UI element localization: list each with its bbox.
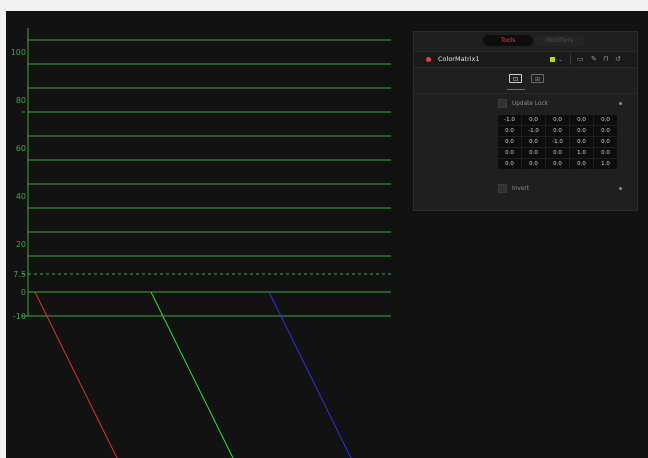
matrix-cell[interactable]: 0.0 <box>570 159 593 169</box>
scope-tick-label: 40 <box>16 192 26 201</box>
matrix-cell[interactable]: 0.0 <box>522 137 545 147</box>
matrix-cell[interactable]: 1.0 <box>570 148 593 158</box>
matrix-cell[interactable]: 0.0 <box>522 115 545 125</box>
node-enable-dot[interactable] <box>426 57 431 62</box>
matrix-cell[interactable]: 0.0 <box>546 115 569 125</box>
matrix-cell[interactable]: 0.0 <box>570 115 593 125</box>
scope-trace-red <box>34 291 118 458</box>
matrix-cell[interactable]: 0.0 <box>546 159 569 169</box>
header-separator <box>570 54 571 65</box>
waveform-scope: 100 80 60 40 20 7.5 0 -10 <box>11 28 391 458</box>
scope-tick-label: 20 <box>16 240 26 249</box>
invert-checkbox[interactable] <box>498 184 507 193</box>
matrix-row: -1.0 0.0 0.0 0.0 0.0 <box>498 115 618 125</box>
matrix-cell[interactable]: 0.0 <box>594 126 617 136</box>
matrix-cell[interactable]: 0.0 <box>570 137 593 147</box>
active-subtab-indicator <box>507 89 525 90</box>
pin-icon[interactable]: ✎ <box>591 53 597 65</box>
chevron-down-icon[interactable]: ⌄ <box>558 54 563 65</box>
matrix-row: 0.0 0.0 0.0 0.0 1.0 <box>498 159 618 169</box>
section-divider <box>414 93 637 94</box>
lock-icon[interactable]: ⊓ <box>603 53 608 65</box>
scope-tick-label: 100 <box>11 48 26 57</box>
scope-trace-green <box>150 291 234 458</box>
node-name: ColorMatrix1 <box>438 55 480 63</box>
matrix-cell[interactable]: 0.0 <box>546 126 569 136</box>
inspector-tabbar: Tools Modifiers <box>414 32 637 50</box>
matrix-cell[interactable]: 0.0 <box>498 126 521 136</box>
matrix-row: 0.0 0.0 -1.0 0.0 0.0 <box>498 137 618 147</box>
scope-tick-label: 0 <box>21 288 26 297</box>
node-header[interactable]: ColorMatrix1 ⌄ ▭ ✎ ⊓ ↺ <box>414 51 637 68</box>
matrix-cell[interactable]: 0.0 <box>570 126 593 136</box>
scope-tick-label: 80 <box>16 96 26 105</box>
tab-tools[interactable]: Tools <box>483 35 533 46</box>
update-lock-row: Update Lock <box>414 97 637 111</box>
matrix-cell[interactable]: 0.0 <box>498 148 521 158</box>
matrix-row: 0.0 -1.0 0.0 0.0 0.0 <box>498 126 618 136</box>
update-lock-label: Update Lock <box>512 101 549 107</box>
matrix-cell[interactable]: 0.0 <box>594 115 617 125</box>
scope-trace-blue <box>268 291 352 458</box>
matrix-cell[interactable]: -1.0 <box>546 137 569 147</box>
settings-tab-icon[interactable]: ⊞ <box>531 74 544 83</box>
controls-tab-icon[interactable]: ⊡ <box>509 74 522 83</box>
node-color-swatch[interactable] <box>550 57 555 62</box>
matrix-cell[interactable]: 0.0 <box>522 159 545 169</box>
matrix-cell[interactable]: 0.0 <box>594 148 617 158</box>
inspector-panel: Tools Modifiers ColorMatrix1 ⌄ ▭ ✎ ⊓ ↺ ⊡… <box>413 31 638 211</box>
matrix-cell[interactable]: 0.0 <box>498 137 521 147</box>
keyframe-dot[interactable] <box>619 187 622 190</box>
tab-modifiers[interactable]: Modifiers <box>534 35 585 46</box>
matrix-cell[interactable]: -1.0 <box>522 126 545 136</box>
reset-icon[interactable]: ↺ <box>615 53 621 65</box>
window-icon[interactable]: ▭ <box>577 53 584 65</box>
matrix-row: 0.0 0.0 0.0 1.0 0.0 <box>498 148 618 158</box>
color-matrix-grid: -1.0 0.0 0.0 0.0 0.0 0.0 -1.0 0.0 0.0 0.0 0.0 0.0 -1… <box>498 115 618 170</box>
scope-tick-label: 7.5 <box>13 270 26 279</box>
matrix-cell[interactable]: 0.0 <box>594 137 617 147</box>
keyframe-dot[interactable] <box>619 102 622 105</box>
matrix-cell[interactable]: 1.0 <box>594 159 617 169</box>
invert-label: Invert <box>512 186 530 192</box>
invert-row: Invert <box>414 182 637 196</box>
control-subtabs: ⊡ ⊞ <box>414 71 637 93</box>
update-lock-checkbox[interactable] <box>498 99 507 108</box>
matrix-cell[interactable]: 0.0 <box>522 148 545 158</box>
matrix-cell[interactable]: 0.0 <box>498 159 521 169</box>
scope-tick-label: 60 <box>16 144 26 153</box>
matrix-cell[interactable]: -1.0 <box>498 115 521 125</box>
scope-tick-label: -10 <box>13 312 26 321</box>
matrix-cell[interactable]: 0.0 <box>546 148 569 158</box>
